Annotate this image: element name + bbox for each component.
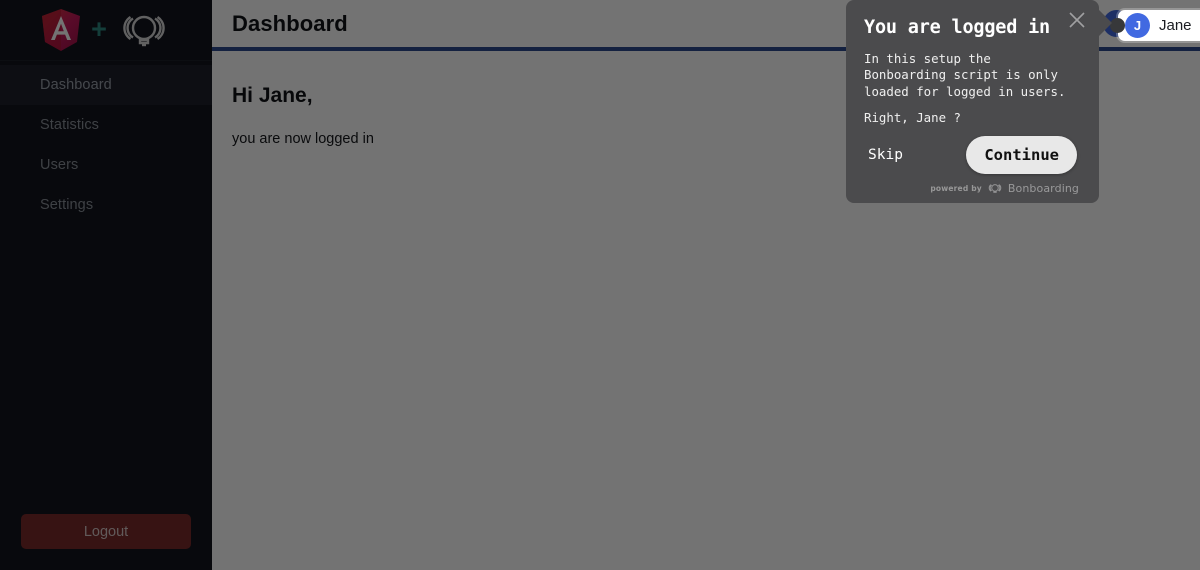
screen-root: + Dashboard Statistics Users Settings Lo… (0, 0, 1200, 570)
close-icon[interactable] (1066, 9, 1088, 31)
bonboarding-bulb-icon (123, 15, 165, 47)
continue-button[interactable]: Continue (966, 135, 1077, 174)
onboarding-tooltip: You are logged in In this setup the Bonb… (846, 0, 1099, 203)
highlighted-user-menu[interactable]: J Jane (1118, 10, 1200, 41)
powered-by-footer: powered by Bonboarding (864, 182, 1079, 195)
sidebar-item-label: Dashboard (40, 77, 112, 93)
sidebar-item-settings[interactable]: Settings (0, 185, 212, 225)
sidebar: + Dashboard Statistics Users Settings Lo… (0, 0, 212, 570)
sidebar-nav: Dashboard Statistics Users Settings (0, 61, 212, 225)
sidebar-item-label: Statistics (40, 117, 100, 133)
tooltip-connector-dot (1110, 18, 1125, 33)
sidebar-item-label: Users (40, 157, 79, 173)
user-name-label: Jane (1159, 17, 1192, 34)
tooltip-body-line-2: Right, Jane ? (864, 110, 961, 126)
tooltip-actions: Skip Continue (864, 135, 1079, 174)
sidebar-item-statistics[interactable]: Statistics (0, 105, 212, 145)
brand-logo: + (0, 0, 212, 61)
tooltip-body-line-1: In this setup the Bonboarding script is … (864, 51, 1066, 99)
avatar: J (1125, 13, 1150, 38)
powered-by-label: powered by (930, 183, 982, 193)
skip-button[interactable]: Skip (864, 141, 907, 169)
bonboarding-bulb-icon (988, 183, 1002, 193)
tooltip-title: You are logged in (864, 17, 1050, 38)
sidebar-item-dashboard[interactable]: Dashboard (0, 65, 212, 105)
plus-icon: + (91, 13, 107, 44)
powered-by-brand: Bonboarding (1007, 181, 1079, 195)
tooltip-body: In this setup the Bonboarding script is … (864, 51, 1079, 127)
logout-button[interactable]: Logout (21, 514, 191, 549)
tooltip-arrow (1099, 10, 1112, 36)
page-title: Dashboard (232, 10, 348, 36)
angular-shield-icon (42, 9, 81, 51)
sidebar-item-label: Settings (40, 197, 94, 213)
sidebar-item-users[interactable]: Users (0, 145, 212, 185)
